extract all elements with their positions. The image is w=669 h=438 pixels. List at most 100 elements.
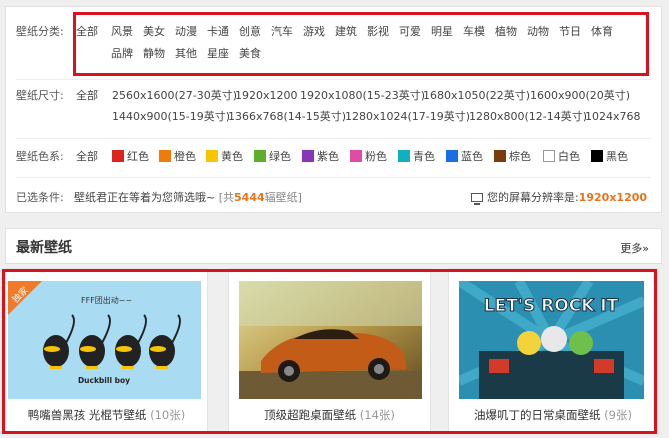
category-option[interactable]: 可爱 [399, 21, 421, 43]
category-option[interactable]: 游戏 [303, 21, 325, 43]
color-swatch [206, 150, 218, 162]
category-option[interactable]: 植物 [495, 21, 517, 43]
color-name: 白色 [558, 150, 580, 163]
result-count-number: 5444 [234, 191, 265, 204]
size-option[interactable]: 1280x1024(17-19英寸) [345, 106, 470, 128]
category-option[interactable]: 节日 [559, 21, 581, 43]
color-option-pink[interactable]: 粉色 [350, 146, 387, 168]
wallpaper-thumbnail[interactable] [239, 281, 422, 399]
wallpaper-title[interactable]: 鸭嘴兽黑孩 光棍节壁纸 (10张) [6, 407, 207, 423]
latest-section-header: 最新壁纸 更多» [5, 228, 662, 264]
divider [16, 138, 651, 139]
color-name: 绿色 [269, 150, 291, 163]
category-option[interactable]: 明星 [431, 21, 453, 43]
wallpaper-count: (10张) [150, 408, 186, 422]
category-option[interactable]: 美食 [239, 43, 261, 65]
divider [16, 79, 651, 80]
more-link[interactable]: 更多» [620, 240, 649, 256]
wallpaper-thumbnail[interactable]: LET'S ROCK IT [459, 281, 644, 399]
wallpaper-title-text: 顶级超跑桌面壁纸 [264, 408, 357, 422]
art-text: LET'S ROCK IT [484, 296, 619, 316]
wallpaper-thumbnail[interactable]: 独家 FFF团出动~~ Duckbill boy [8, 281, 201, 399]
color-name: 红色 [127, 150, 149, 163]
size-option[interactable]: 2560x1600(27-30英寸) [112, 85, 237, 107]
wallpaper-title[interactable]: 油爆叽丁的日常桌面壁纸 (9张) [449, 407, 657, 423]
selected-row: 已选条件: 壁纸君正在等着为您筛选哦~ [共5444辐壁纸] 您的屏幕分辨率是:… [6, 187, 661, 209]
color-swatch [494, 150, 506, 162]
wallpaper-card[interactable]: LET'S ROCK IT 油爆叽丁的日常桌面壁纸 (9张) [448, 268, 658, 434]
color-name: 粉色 [365, 150, 387, 163]
color-option-cyan[interactable]: 青色 [398, 146, 435, 168]
color-option-yellow[interactable]: 黄色 [206, 146, 243, 168]
size-option[interactable]: 1440x900(15-19英寸) [112, 106, 230, 128]
divider [16, 177, 651, 178]
resolution-value: 1920x1200 [578, 191, 648, 204]
color-option-green[interactable]: 绿色 [254, 146, 291, 168]
size-option[interactable]: 1024x768 [585, 106, 641, 128]
size-option[interactable]: 1280x800(12-14英寸) [469, 106, 587, 128]
color-label: 壁纸色系: [16, 150, 64, 163]
color-name: 青色 [413, 150, 435, 163]
size-option[interactable]: 1920x1080(15-23英寸) [300, 85, 425, 107]
color-option-orange[interactable]: 橙色 [159, 146, 196, 168]
size-row: 壁纸尺寸: 全部 2560x1600(27-30英寸) 1920x1200 19… [6, 85, 661, 129]
category-option[interactable]: 汽车 [271, 21, 293, 43]
wallpaper-title-text: 鸭嘴兽黑孩 光棍节壁纸 [27, 408, 147, 422]
category-option[interactable]: 品牌 [111, 43, 133, 65]
color-option-black[interactable]: 黑色 [591, 146, 628, 168]
category-option[interactable]: 星座 [207, 43, 229, 65]
color-all[interactable]: 全部 [76, 146, 98, 168]
color-row: 壁纸色系: 全部 红色 橙色 黄色 绿色 紫色 粉色 青色 蓝色 棕色 白色 黑… [6, 146, 661, 168]
color-swatch [112, 150, 124, 162]
color-swatch [302, 150, 314, 162]
color-option-white[interactable]: 白色 [543, 146, 580, 168]
category-row: 壁纸分类: 全部 风景 美女 动漫 卡通 创意 汽车 游戏 建筑 影视 可爱 明… [6, 21, 661, 71]
category-option[interactable]: 卡通 [207, 21, 229, 43]
category-option[interactable]: 车模 [463, 21, 485, 43]
wallpaper-card[interactable]: 顶级超跑桌面壁纸 (14张) [228, 268, 431, 434]
wallpaper-count: (9张) [604, 408, 632, 422]
size-option[interactable]: 1600x900(20英寸) [530, 85, 630, 107]
size-option[interactable]: 1680x1050(22英寸) [423, 85, 530, 107]
category-option[interactable]: 建筑 [335, 21, 357, 43]
wallpaper-title[interactable]: 顶级超跑桌面壁纸 (14张) [229, 407, 430, 423]
category-option[interactable]: 动漫 [175, 21, 197, 43]
color-swatch [159, 150, 171, 162]
color-option-brown[interactable]: 棕色 [494, 146, 531, 168]
size-all[interactable]: 全部 [76, 85, 98, 107]
category-option[interactable]: 创意 [239, 21, 261, 43]
screen-resolution: 您的屏幕分辨率是:1920x1200 [471, 187, 647, 209]
color-swatch [398, 150, 410, 162]
color-name: 紫色 [317, 150, 339, 163]
filter-panel: 壁纸分类: 全部 风景 美女 动漫 卡通 创意 汽车 游戏 建筑 影视 可爱 明… [5, 6, 662, 213]
category-option[interactable]: 动物 [527, 21, 549, 43]
wallpaper-title-text: 油爆叽丁的日常桌面壁纸 [474, 408, 601, 422]
color-swatch [350, 150, 362, 162]
result-count: [共5444辐壁纸] [218, 191, 302, 204]
wallpaper-card[interactable]: 独家 FFF团出动~~ Duckbill boy 鸭嘴兽黑孩 光棍节壁纸 (10… [5, 268, 208, 434]
category-option[interactable]: 影视 [367, 21, 389, 43]
category-option[interactable]: 其他 [175, 43, 197, 65]
art-text: FFF团出动~~ [81, 295, 132, 305]
selected-message-text: 壁纸君正在等着为您筛选哦~ [74, 191, 216, 204]
color-option-purple[interactable]: 紫色 [302, 146, 339, 168]
category-option[interactable]: 静物 [143, 43, 165, 65]
wallpaper-count: (14张) [359, 408, 395, 422]
category-all[interactable]: 全部 [76, 21, 98, 43]
resolution-label: 您的屏幕分辨率是: [487, 191, 579, 204]
wallpaper-cards: 独家 FFF团出动~~ Duckbill boy 鸭嘴兽黑孩 光棍节壁纸 (10… [0, 268, 669, 438]
selected-message: 壁纸君正在等着为您筛选哦~ [共5444辐壁纸] [74, 187, 302, 209]
category-label: 壁纸分类: [16, 25, 64, 38]
size-label: 壁纸尺寸: [16, 89, 64, 102]
color-option-red[interactable]: 红色 [112, 146, 149, 168]
brand-text: Duckbill boy [78, 376, 130, 385]
category-option[interactable]: 美女 [143, 21, 165, 43]
color-name: 橙色 [174, 150, 196, 163]
size-option[interactable]: 1366x768(14-15英寸) [228, 106, 346, 128]
color-option-blue[interactable]: 蓝色 [446, 146, 483, 168]
category-option[interactable]: 体育 [591, 21, 613, 43]
size-option[interactable]: 1920x1200 [235, 85, 298, 107]
category-option[interactable]: 风景 [111, 21, 133, 43]
color-swatch [591, 150, 603, 162]
monitor-icon [471, 193, 483, 205]
